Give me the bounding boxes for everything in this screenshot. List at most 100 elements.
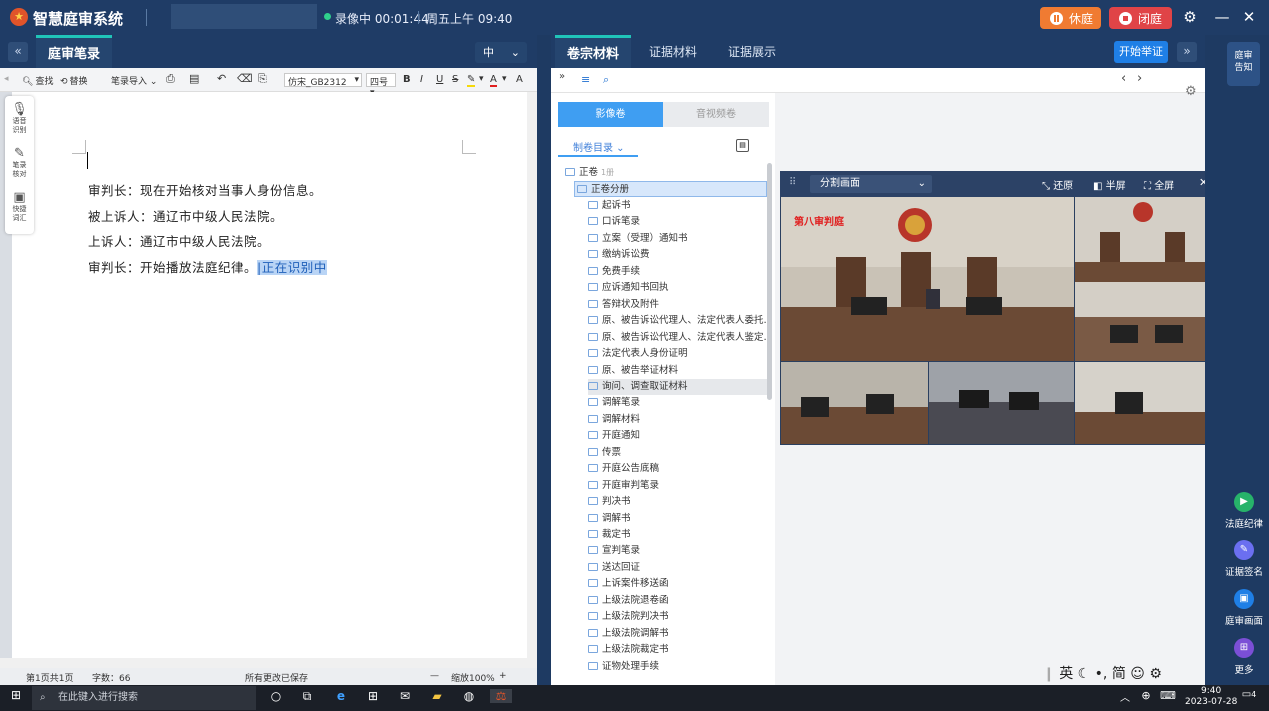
evidence-sign-button[interactable]: ✎ 证据签名 [1222,540,1266,578]
network-icon[interactable]: ⊕ [1135,689,1157,702]
taskbar-clock[interactable]: 9:40 2023-07-28 [1185,686,1237,708]
settings-gear-icon[interactable]: ⚙ [1181,8,1199,26]
tree-item[interactable]: 裁定书 [588,527,631,543]
chevron-down-icon[interactable]: ▾ [479,74,484,84]
tree-scrollbar[interactable] [767,163,772,400]
prev-icon[interactable]: ‹ [1121,71,1126,86]
strikethrough-icon[interactable]: S [452,74,458,85]
ime-drag-handle[interactable]: ❙ [1043,666,1055,682]
zoom-in-icon[interactable]: + [499,671,507,681]
taskbar-search[interactable]: ⌕ 在此键入进行搜索 [32,686,256,710]
windows-start-icon[interactable]: ⊞ [5,688,27,702]
panel-splitter[interactable] [537,35,551,685]
tab-evidence-materials[interactable]: 证据材料 [649,35,697,68]
collapse-left-icon[interactable]: « [8,42,28,62]
next-icon[interactable]: › [1137,71,1142,86]
vertical-scrollbar[interactable] [527,92,537,658]
chevron-down-icon[interactable]: ▾ [502,74,507,84]
toc-dropdown[interactable]: 制卷目录 ⌄ [573,139,625,154]
emoji-icon[interactable]: ☺ [1130,666,1145,682]
tab-image-volume[interactable]: 影像卷 [558,102,663,127]
tree-item[interactable]: 传票 [588,445,621,461]
tray-expand-icon[interactable]: ︿ [1114,689,1136,704]
tree-item[interactable]: 上诉案件移送函 [588,576,669,592]
tree-item[interactable]: 原、被告诉讼代理人、法定代表人鉴定… [588,330,773,346]
list-icon[interactable]: ≡ [581,73,590,86]
tree-item[interactable]: 原、被告诉讼代理人、法定代表人委托… [588,313,773,329]
recess-button[interactable]: 休庭 [1040,7,1101,29]
mail-icon[interactable]: ✉ [394,689,416,703]
notes-check-button[interactable]: ✎ 笔录 核对 [5,146,34,179]
note-line[interactable]: 审判长：现在开始核对当事人身份信息。 [88,180,322,199]
format-painter-icon[interactable]: ⎘ [258,72,267,86]
tree-item[interactable]: 上级法院裁定书 [588,642,669,658]
tree-item[interactable]: 立案（受理）通知书 [588,231,688,247]
court-app-taskbar-icon[interactable]: ⚖ [490,689,512,703]
viewer-settings-icon[interactable]: ⚙ [1185,84,1197,99]
tree-item[interactable]: 送达回证 [588,560,640,576]
note-line[interactable]: 被上诉人：通辽市中级人民法院。 [88,206,283,225]
search-icon[interactable]: ⌕ [603,73,609,87]
camera-main[interactable]: 第八审判庭 [781,197,1074,361]
minimize-icon[interactable]: — [1213,8,1231,26]
quick-words-button[interactable]: ▣ 快捷 词汇 [5,190,34,223]
notification-icon[interactable]: ▭4 [1238,689,1260,700]
camera-side[interactable] [1075,197,1222,361]
tree-item[interactable]: 免费手续 [588,264,640,280]
tree-item[interactable]: 法定代表人身份证明 [588,346,688,362]
edge-icon[interactable]: e [330,689,352,703]
tree-item[interactable]: 应诉通知书回执 [588,280,669,296]
tree-item[interactable]: 起诉书 [588,198,631,214]
ime-settings-icon[interactable]: ⚙ [1149,666,1162,682]
close-court-button[interactable]: 闭庭 [1109,7,1172,29]
font-size-dropdown[interactable]: 四号▾ [366,73,396,98]
court-discipline-button[interactable]: ▶ 法庭纪律 [1222,492,1266,530]
replace-button[interactable]: ⟲ 替换 [60,74,88,87]
tab-case-materials[interactable]: 卷宗材料 [555,35,631,68]
half-screen-button[interactable]: ◧ 半屏 [1093,177,1126,192]
file-explorer-icon[interactable]: ▰ [426,689,448,703]
full-screen-button[interactable]: ⛶ 全屏 [1144,177,1174,192]
scroll-left-icon[interactable]: ◂ [4,74,9,84]
tree-item[interactable]: 上级法院退卷函 [588,593,669,609]
store-icon[interactable]: ⊞ [362,689,384,703]
tree-item[interactable]: 开庭审判笔录 [588,478,659,494]
tree-item[interactable]: 宣判笔录 [588,543,640,559]
expand-right-icon[interactable]: » [1177,42,1197,62]
tree-item[interactable]: 原、被告举证材料 [588,363,678,379]
tree-sub[interactable]: 正卷分册 [574,181,767,197]
note-line[interactable]: 审判长：开始播放法庭纪律。|正在识别中 [88,257,327,276]
tab-av-volume[interactable]: 音视频卷 [663,102,769,127]
voice-recognition-button[interactable]: 🎙︎ 语音 识别 [5,102,34,135]
start-evidence-button[interactable]: 开始举证 [1114,41,1168,63]
tree-item[interactable]: 口诉笔录 [588,214,640,230]
print-icon[interactable]: ⎙ [166,72,175,86]
tree-item[interactable]: 开庭公告底稿 [588,461,659,477]
drag-handle-icon[interactable]: ⠿ [789,177,796,188]
tree-root[interactable]: 正卷 1册 [565,165,614,181]
import-notes-button[interactable]: 笔录导入 ⌄ [111,74,157,87]
task-view-icon[interactable]: ⧉ [296,689,318,704]
ime-mode[interactable]: 简 [1112,666,1126,682]
app-icon[interactable]: ◍ [458,689,480,703]
tree-item[interactable]: 上级法院调解书 [588,626,669,642]
tab-court-notes[interactable]: 庭审笔录 [36,35,112,68]
collapse-all-icon[interactable]: » [559,71,565,82]
tree-item[interactable]: 缴纳诉讼费 [588,247,650,263]
tree-item[interactable]: 调解材料 [588,412,640,428]
font-color-icon[interactable]: A [490,74,497,87]
font-size-increase-icon[interactable]: A [516,74,523,85]
tree-item[interactable]: 判决书 [588,494,631,510]
zoom-out-icon[interactable]: — [430,671,439,681]
close-window-icon[interactable]: ✕ [1240,8,1258,26]
moon-icon[interactable]: ☾ [1078,666,1091,682]
export-icon[interactable]: ▤ [736,139,749,152]
keyboard-icon[interactable]: ⌨ [1157,689,1179,702]
save-icon[interactable]: ▤ [189,72,199,85]
tree-item[interactable]: 询问、调查取证材料 [588,378,767,395]
italic-icon[interactable]: I [420,74,423,85]
find-button[interactable]: 🔍︎ 查找 [22,74,53,87]
tab-evidence-display[interactable]: 证据展示 [728,35,776,68]
split-view-select[interactable]: 分割画面 ⌄ [810,175,932,193]
tree-item[interactable]: 答辩状及附件 [588,297,659,313]
